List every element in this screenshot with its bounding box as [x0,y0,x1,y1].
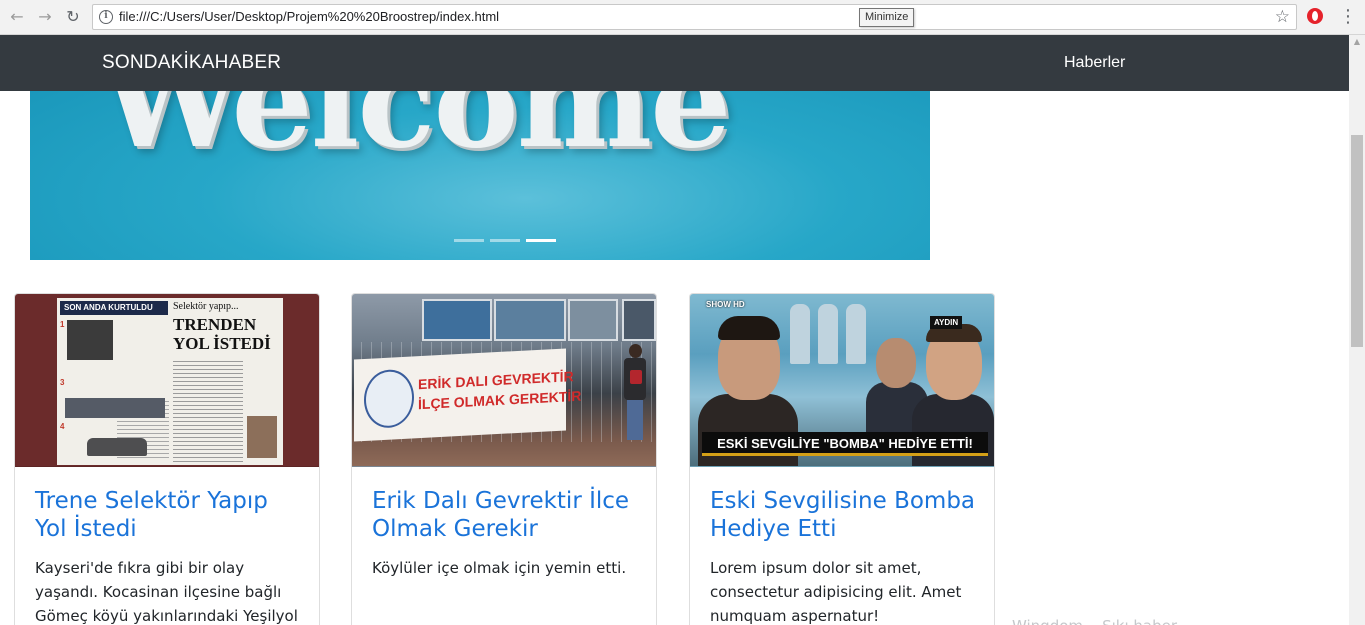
address-bar[interactable]: i file:///C:/Users/User/Desktop/Projem%2… [92,4,1297,30]
clipping-kicker: Selektör yapıp... [173,301,239,312]
woman-bag [630,370,642,384]
news-card-image[interactable]: SHOW HD AYDIN ESKİ SEVGİLİYE "BOMBA" HED… [690,294,994,467]
bookmark-star-icon[interactable]: ☆ [1275,7,1290,27]
clipping-text-column [173,358,243,463]
billboard-panel [422,299,492,341]
page-viewport: Welcome SONDAKİKAHABER Haberler SON ANDA… [0,35,1349,625]
clipping-headline: TRENDEN YOL İSTEDİ [173,315,271,353]
person-face [876,338,916,388]
news-card-title[interactable]: Erik Dalı Gevrektir İlce Olmak Gerekir [372,487,642,543]
news-card-text: Lorem ipsum dolor sit amet, consectetur … [710,559,962,625]
info-icon[interactable]: i [99,10,113,24]
woman-legs [627,400,643,440]
news-card-image[interactable]: ERİK DALI GEVREKTİR İLÇE OLMAK GEREKTİR [352,294,656,467]
car-illustration [87,438,147,456]
news-card-3: SHOW HD AYDIN ESKİ SEVGİLİYE "BOMBA" HED… [689,293,995,625]
newspaper-clipping: SON ANDA KURTULDU Selektör yapıp... TREN… [57,298,283,465]
person-body [698,394,798,466]
woman-head [629,344,642,358]
news-card-1: SON ANDA KURTULDU Selektör yapıp... TREN… [14,293,320,625]
news-card-image[interactable]: SON ANDA KURTULDU Selektör yapıp... TREN… [15,294,319,467]
carousel-indicator-1[interactable] [454,239,484,242]
brand-logo[interactable]: SONDAKİKAHABER [102,52,281,74]
reload-icon[interactable]: ↻ [62,6,84,28]
carousel-indicator-3[interactable] [526,239,556,242]
gas-cylinder [790,304,810,364]
scrollbar-thumb[interactable] [1351,135,1363,347]
carousel-indicators [454,239,562,258]
location-tag: AYDIN [930,316,963,329]
billboard-panel [568,299,618,341]
browser-toolbar: ← → ↻ i file:///C:/Users/User/Desktop/Pr… [0,0,1365,35]
back-arrow-icon[interactable]: ← [6,6,28,28]
municipality-seal-icon [364,368,414,430]
person-body [912,394,994,466]
banner-text: ERİK DALI GEVREKTİR İLÇE OLMAK GEREKTİR [418,366,581,415]
browser-menu-icon[interactable]: ⋮ [1339,6,1357,28]
scroll-up-arrow-icon[interactable]: ▲ [1349,35,1365,49]
news-card-title[interactable]: Eski Sevgilisine Bomba Hediye Etti [710,487,980,543]
step-number: 4 [60,422,65,431]
top-navbar: SONDAKİKAHABER Haberler [0,35,1349,91]
minimize-tooltip: Minimize [859,8,915,27]
step-number: 3 [60,378,65,387]
step-number: 1 [60,320,65,329]
portrait-photo [247,416,277,458]
gas-cylinder [818,304,838,364]
opera-extension-icon[interactable] [1307,8,1323,24]
clipping-illustration [67,320,113,360]
news-card-text: Köylüler içe olmak için yemin etti. [372,559,627,577]
gas-cylinder [846,304,866,364]
clipping-tag: SON ANDA KURTULDU [60,301,168,315]
person-hair [718,316,780,340]
billboard-panel [622,299,656,341]
news-card-title[interactable]: Trene Selektör Yapıp Yol İstedi [35,487,305,543]
page-scrollbar[interactable]: ▲ [1349,35,1365,625]
tv-channel-logo: SHOW HD [706,300,745,309]
protest-banner: ERİK DALI GEVREKTİR İLÇE OLMAK GEREKTİR [354,348,581,442]
train-illustration [65,398,165,418]
news-caption: ESKİ SEVGİLİYE "BOMBA" HEDİYE ETTİ! [702,432,988,456]
billboard-panel [494,299,566,341]
forward-arrow-icon[interactable]: → [34,6,56,28]
walking-woman [622,344,648,444]
sidebar-faint-text: Wingdom... Sıkı haber... [1012,617,1190,625]
news-card-2: ERİK DALI GEVREKTİR İLÇE OLMAK GEREKTİR … [351,293,657,625]
url-text[interactable]: file:///C:/Users/User/Desktop/Projem%20%… [119,9,499,24]
news-card-text: Kayseri'de fıkra gibi bir olay yaşandı. … [35,559,298,625]
carousel-indicator-2[interactable] [490,239,520,242]
nav-link-haberler[interactable]: Haberler [1064,54,1125,72]
